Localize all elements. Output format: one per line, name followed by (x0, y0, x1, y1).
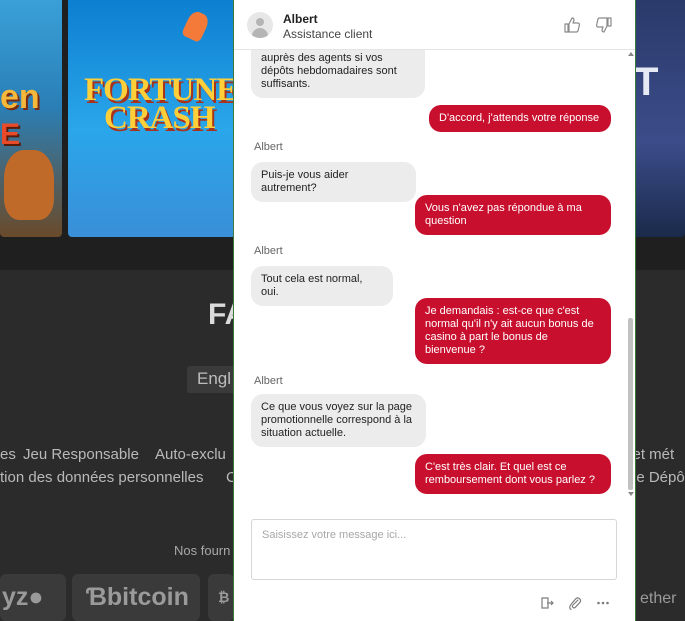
game-title-text: T (634, 60, 659, 104)
game-tile-right[interactable]: T (634, 0, 685, 237)
attachment-icon[interactable] (568, 596, 582, 611)
payment-logo: yz● (0, 574, 66, 621)
chat-header: Albert Assistance client (234, 0, 635, 50)
user-message: Vous n'avez pas répondue à ma question (415, 195, 611, 235)
game-tile-left[interactable]: en E (0, 0, 62, 237)
thumbs-up-icon[interactable] (563, 16, 581, 34)
footer-link[interactable]: es (0, 446, 16, 463)
message-list[interactable]: auprès des agents si vos dépôts hebdomad… (234, 50, 626, 498)
payment-logo: ₿ (208, 574, 234, 621)
scroll-down-arrow[interactable] (628, 492, 634, 496)
more-options-icon[interactable] (596, 596, 610, 610)
scroll-thumb[interactable] (628, 318, 633, 490)
providers-label: Nos fourn (174, 543, 231, 558)
thumbs-down-icon[interactable] (595, 16, 613, 34)
agent-avatar (247, 12, 273, 38)
message-sender: Albert (254, 375, 283, 387)
footer-link-data-protection[interactable]: tion des données personnelles (0, 469, 203, 486)
game-tile-fortune-crash[interactable]: FORTUNE CRASH (68, 0, 236, 237)
message-sender: Albert (254, 141, 283, 153)
game-title-text: en (0, 78, 40, 116)
lantern-icon (181, 9, 211, 43)
user-message: D'accord, j'attends votre réponse (429, 105, 611, 132)
scroll-up-arrow[interactable] (628, 52, 634, 56)
game-title-text: CRASH (104, 100, 216, 136)
agent-message: auprès des agents si vos dépôts hebdomad… (251, 50, 425, 98)
message-scrollbar[interactable] (626, 50, 635, 500)
agent-name: Albert (283, 12, 318, 26)
footer-link-self-exclusion[interactable]: Auto-exclu (155, 446, 226, 463)
chat-widget: Albert Assistance client auprès des agen… (233, 0, 636, 621)
message-sender: Albert (254, 245, 283, 257)
agent-message: Puis-je vous aider autrement? (251, 162, 416, 202)
game-title-text: E (0, 118, 21, 151)
footer-link[interactable]: de Dépô (628, 469, 685, 486)
agent-message: Tout cela est normal, oui. (251, 266, 393, 306)
bitcoin-logo: Ɓbitcoin (72, 574, 200, 621)
user-message: Je demandais : est-ce que c'est normal q… (415, 298, 611, 364)
ethereum-logo: ether (640, 590, 677, 607)
user-message: C'est très clair. Et quel est ce rembour… (415, 454, 611, 494)
agent-message: Ce que vous voyez sur la page promotionn… (251, 394, 426, 447)
transcript-icon[interactable] (540, 596, 554, 610)
message-input[interactable] (251, 519, 617, 580)
game-character-art (4, 150, 54, 220)
footer-link-responsible-gaming[interactable]: Jeu Responsable (23, 446, 139, 463)
agent-role: Assistance client (283, 27, 373, 41)
